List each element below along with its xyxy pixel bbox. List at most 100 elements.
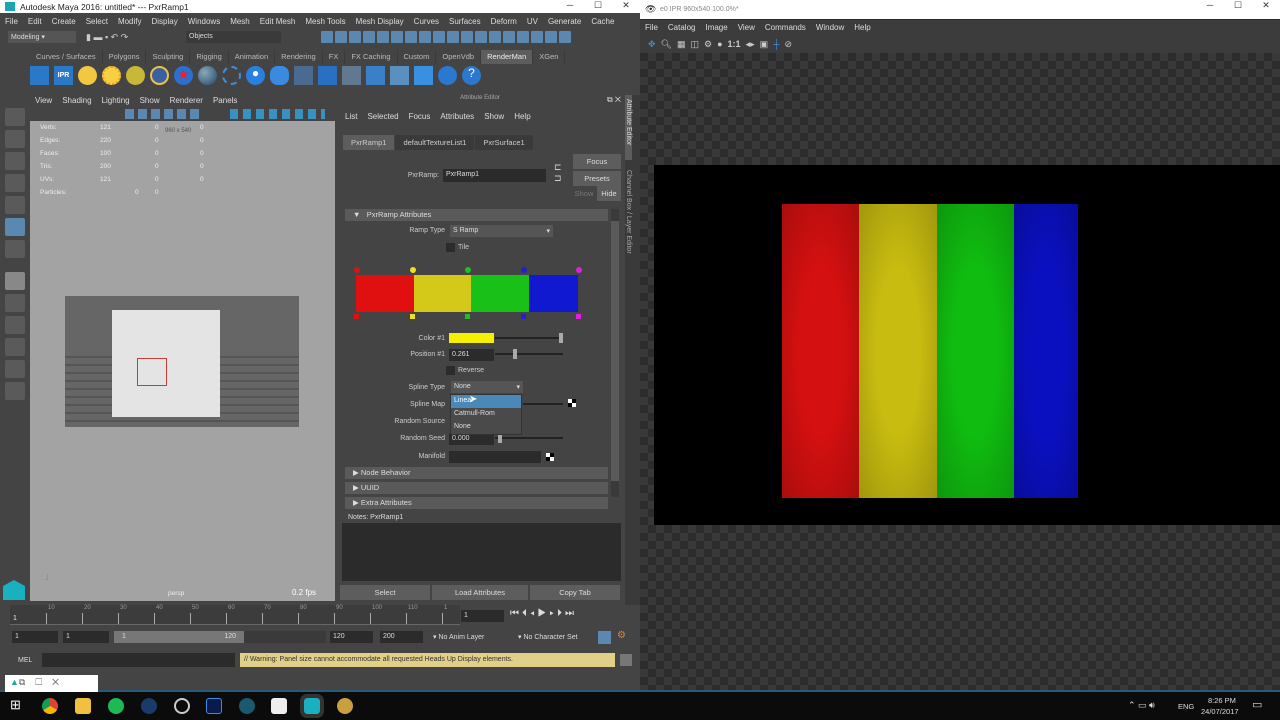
section-extra-attributes[interactable]: ▶ Extra Attributes [345,497,608,509]
start-frame-field[interactable]: 1 [12,631,58,643]
playback-start-field[interactable]: 1 [63,631,109,643]
menu-uv[interactable]: UV [522,17,543,26]
chart-icon[interactable] [414,66,433,85]
image-icon[interactable] [390,66,409,85]
menu-surfaces[interactable]: Surfaces [444,17,486,26]
playback-end-field[interactable]: 120 [330,631,373,643]
menu-curves[interactable]: Curves [409,17,444,26]
shelf-tab-openvdb[interactable]: OpenVdb [436,50,482,64]
range-slider[interactable]: 1 120 [114,631,244,643]
ramp-type-select[interactable]: S Ramp ▾ [450,225,553,237]
moon-icon[interactable] [366,66,385,85]
section-node-behavior[interactable]: ▶ Node Behavior [345,467,608,479]
menu-file[interactable]: File [0,17,23,26]
script-editor-icon[interactable] [620,654,632,666]
file-tools-icons[interactable]: ▮ ▬ ▪ ↶ ↷ [86,32,186,43]
minimize-button[interactable]: ─ [556,0,584,13]
maximize-button[interactable]: ☐ [1224,0,1252,19]
menu-edit-mesh[interactable]: Edit Mesh [255,17,301,26]
star-material-icon[interactable]: ★ [174,66,193,85]
action-center-icon[interactable]: ▭ [1252,698,1262,711]
ipr-menu-catalog[interactable]: Catalog [663,23,701,32]
spline-map-slider[interactable] [523,403,563,405]
shelf-tab-fx-caching[interactable]: FX Caching [345,50,398,64]
scale-tool-icon[interactable] [5,218,25,236]
position-slider[interactable] [495,349,563,359]
perspective-viewport[interactable]: Verts: 121 0 0 Edges: 220 0 0 Faces: 100 0 0 Tris: 20… [30,121,335,601]
color-ramp[interactable] [356,275,578,312]
manifold-field[interactable] [449,451,541,463]
color-slider[interactable] [495,333,563,343]
layout-icon[interactable] [5,360,25,378]
maximize-button[interactable]: ☐ [584,0,612,13]
node-name-field[interactable]: PxrRamp1 [443,169,546,182]
one-to-one-button[interactable]: 1:1 [728,39,741,49]
image-canvas[interactable] [640,53,1280,690]
taskbar-thumbnail[interactable]: ▲⧉ ☐ ✕ [5,675,98,693]
mode-select[interactable]: Modeling ▾ [8,31,76,43]
split-icon[interactable]: ◂▸ [746,39,755,50]
ipr-menu-window[interactable]: Window [811,23,849,32]
sun-light-icon[interactable] [102,66,121,85]
ae-menu-selected[interactable]: Selected [367,112,398,121]
zbrush-icon[interactable] [271,698,287,714]
menu-mesh[interactable]: Mesh [225,17,255,26]
move-tool-icon[interactable] [5,174,25,192]
image-icon[interactable]: ▣ [760,39,769,50]
menu-modify[interactable]: Modify [113,17,147,26]
menu-select[interactable]: Select [81,17,113,26]
close-button[interactable]: ✕ [612,0,640,13]
app-icon[interactable] [239,698,255,714]
script-language-label[interactable]: MEL [18,657,32,664]
shelf-tab-xgen[interactable]: XGen [533,50,566,64]
light-icon[interactable] [78,66,97,85]
dropdown-option-linear[interactable]: Linear [451,395,521,408]
eye-icon[interactable] [270,66,289,85]
help-icon[interactable]: ? [462,66,481,85]
clock-date[interactable]: 24/07/2017 [1201,707,1239,716]
input-output-icons[interactable]: ⊏ ⊐ [554,162,562,184]
dome-light-icon[interactable] [126,66,145,85]
snap-tools[interactable] [321,31,573,43]
paint-tool-icon[interactable] [5,152,25,170]
render-icon[interactable] [30,66,49,85]
gear-icon[interactable]: ⚙ [704,39,712,50]
float-close-icons[interactable]: ⧉ ✕ [607,95,621,105]
shelf-tab-rigging[interactable]: Rigging [190,50,229,64]
chrome-icon[interactable] [42,698,58,714]
clapper-icon[interactable]: ▦ [677,39,686,50]
lasso-tool-icon[interactable] [5,130,25,148]
layout-icon[interactable] [5,382,25,400]
maya-taskbar-icon[interactable] [300,694,324,718]
spotify-icon[interactable] [108,698,124,714]
presets-button[interactable]: Presets [573,171,621,186]
zoom-icon[interactable]: 🔍︎ [661,39,672,50]
shelf-tab-curves-surfaces[interactable]: Curves / Surfaces [30,50,103,64]
ramp-handle-bottom[interactable] [576,314,581,319]
ramp-handle-bottom[interactable] [520,314,526,319]
crosshair-icon[interactable]: ┼ [773,39,779,49]
ae-tab-defaulttexturelist1[interactable]: defaultTextureList1 [395,135,475,150]
viewport-menu-panels[interactable]: Panels [208,95,242,108]
viewport-menu-show[interactable]: Show [135,95,165,108]
ramp-handle-top[interactable] [465,267,471,273]
reverse-checkbox[interactable] [446,366,455,375]
random-seed-slider[interactable] [495,433,563,443]
ipr-render-icon[interactable]: IPR [54,66,73,85]
ipr-menu-commands[interactable]: Commands [760,23,811,32]
copy-tab-button[interactable]: Copy Tab [530,585,620,600]
layout-icon[interactable] [5,272,25,290]
layout-icon[interactable] [5,294,25,312]
start-button-icon[interactable]: ⊞ [10,697,21,713]
ae-menu-attributes[interactable]: Attributes [440,112,474,121]
objects-field[interactable]: Objects [186,31,281,43]
menu-edit[interactable]: Edit [23,17,47,26]
close-button[interactable]: ✕ [1252,0,1280,19]
clock-time[interactable]: 8:26 PM [1208,696,1236,705]
viewport-menu-shading[interactable]: Shading [57,95,96,108]
load-attributes-button[interactable]: Load Attributes [432,585,528,600]
photoshop-icon[interactable] [206,698,222,714]
sphere-material-icon[interactable] [198,66,217,85]
sphere-icon[interactable]: ● [717,39,722,49]
select-button[interactable]: Select [340,585,430,600]
